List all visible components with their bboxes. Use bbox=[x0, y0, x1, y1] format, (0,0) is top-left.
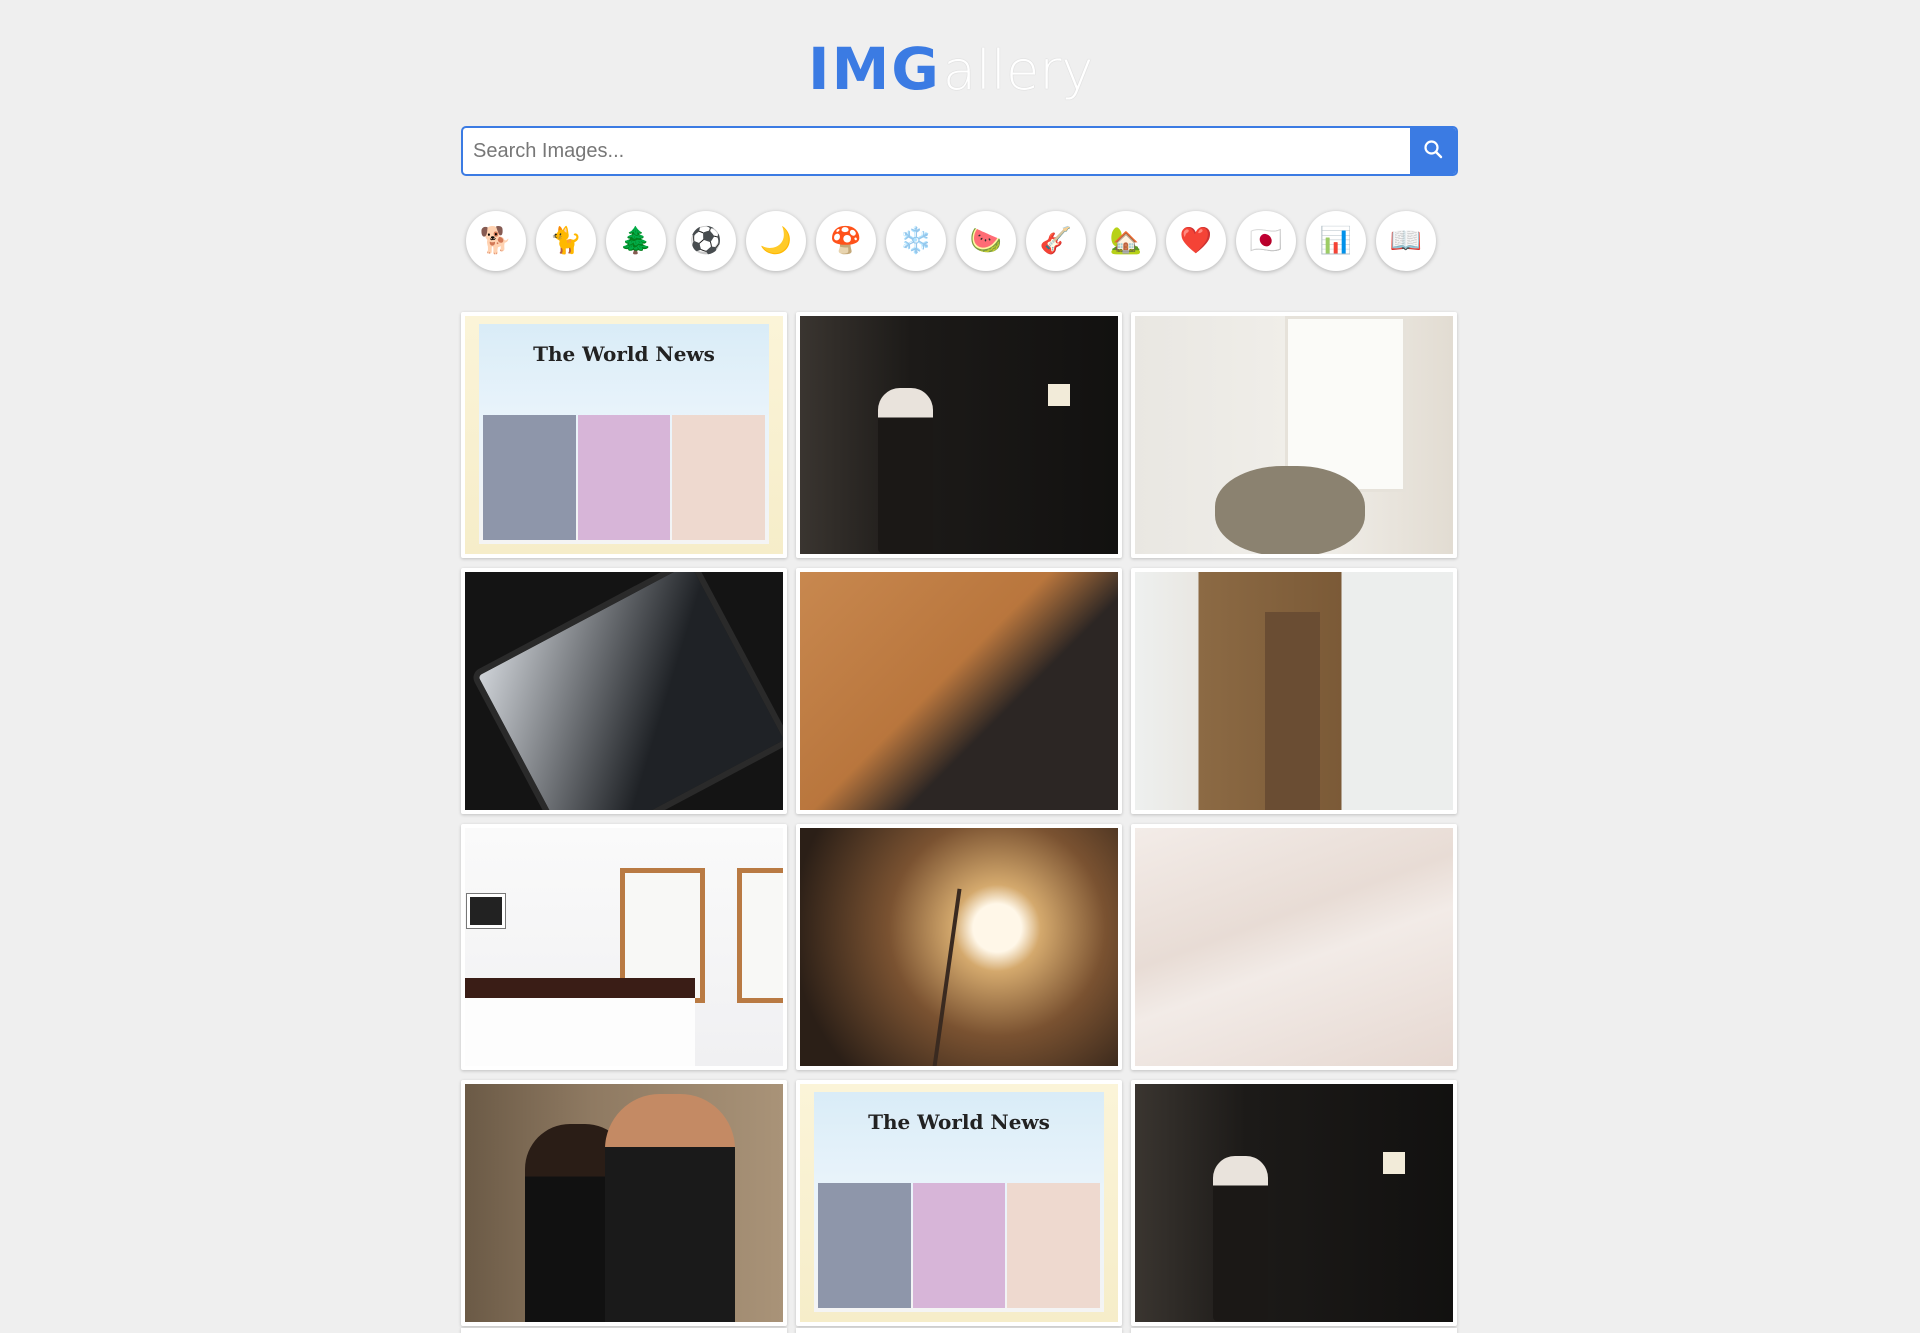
photo-world-news: The World News bbox=[465, 316, 783, 554]
gallery-card[interactable] bbox=[796, 568, 1122, 814]
soccer-ball-icon: ⚽ bbox=[689, 226, 723, 256]
category-snowflake[interactable]: ❄️ bbox=[886, 211, 946, 271]
photo-dried-flowers bbox=[800, 828, 1118, 1066]
mushroom-icon: 🍄 bbox=[829, 226, 863, 256]
search-button[interactable] bbox=[1410, 128, 1456, 174]
category-heart[interactable]: ❤️ bbox=[1166, 211, 1226, 271]
heart-icon: ❤️ bbox=[1179, 226, 1213, 256]
category-cat[interactable]: 🐈 bbox=[536, 211, 596, 271]
category-japan[interactable]: 🇯🇵 bbox=[1236, 211, 1296, 271]
category-soccer[interactable]: ⚽ bbox=[676, 211, 736, 271]
photo-geisha-street bbox=[1135, 1084, 1453, 1322]
photo-couple-kiss bbox=[465, 1084, 783, 1322]
search-icon bbox=[1423, 139, 1443, 164]
gallery-card[interactable]: The World News bbox=[796, 1080, 1122, 1326]
photo-desert-dune bbox=[800, 572, 1118, 810]
photo-living-room bbox=[1135, 316, 1453, 554]
house-icon: 🏡 bbox=[1109, 226, 1143, 256]
gallery-card[interactable]: The World News bbox=[461, 312, 787, 558]
category-watermelon[interactable]: 🍉 bbox=[956, 211, 1016, 271]
watermelon-icon: 🍉 bbox=[969, 226, 1003, 256]
site-logo[interactable]: IMG allery bbox=[808, 28, 1118, 98]
photo-white-bedroom bbox=[465, 828, 783, 1066]
gallery-card[interactable] bbox=[796, 312, 1122, 558]
newspaper-title: The World News bbox=[868, 1110, 1050, 1134]
gallery-card[interactable] bbox=[461, 824, 787, 1070]
tree-icon: 🌲 bbox=[619, 226, 653, 256]
category-chart[interactable]: 📊 bbox=[1306, 211, 1366, 271]
gallery-card[interactable] bbox=[1131, 312, 1457, 558]
snowflake-icon: ❄️ bbox=[899, 226, 933, 256]
newspaper-title: The World News bbox=[533, 342, 715, 366]
category-house[interactable]: 🏡 bbox=[1096, 211, 1156, 271]
category-mushroom[interactable]: 🍄 bbox=[816, 211, 876, 271]
cat-icon: 🐈 bbox=[549, 226, 583, 256]
category-guitar[interactable]: 🎸 bbox=[1026, 211, 1086, 271]
photo-tablet-news bbox=[465, 572, 783, 810]
logo-text-gallery: allery bbox=[942, 39, 1094, 102]
logo-text-img: IMG bbox=[808, 35, 941, 103]
next-row-peek bbox=[461, 1328, 1459, 1333]
search-input[interactable] bbox=[463, 128, 1410, 174]
japan-flag-icon: 🇯🇵 bbox=[1249, 226, 1283, 256]
image-grid: The World News The World News bbox=[461, 312, 1459, 1326]
photo-apron-door bbox=[1135, 572, 1453, 810]
photo-world-news: The World News bbox=[800, 1084, 1118, 1322]
search-bar bbox=[461, 126, 1458, 176]
moon-icon: 🌙 bbox=[759, 226, 793, 256]
category-moon[interactable]: 🌙 bbox=[746, 211, 806, 271]
photo-sand-texture bbox=[1135, 828, 1453, 1066]
gallery-card[interactable] bbox=[796, 824, 1122, 1070]
photo-geisha-street bbox=[800, 316, 1118, 554]
book-icon: 📖 bbox=[1389, 226, 1423, 256]
gallery-card[interactable] bbox=[1131, 1080, 1457, 1326]
gallery-card[interactable] bbox=[1131, 824, 1457, 1070]
category-tree[interactable]: 🌲 bbox=[606, 211, 666, 271]
gallery-card[interactable] bbox=[461, 1080, 787, 1326]
gallery-card[interactable] bbox=[461, 568, 787, 814]
gallery-card[interactable] bbox=[1131, 568, 1457, 814]
dog-icon: 🐕 bbox=[479, 226, 513, 256]
category-dog[interactable]: 🐕 bbox=[466, 211, 526, 271]
guitar-icon: 🎸 bbox=[1039, 226, 1073, 256]
category-bar: 🐕 🐈 🌲 ⚽ 🌙 🍄 ❄️ 🍉 🎸 🏡 ❤️ 🇯🇵 📊 📖 bbox=[466, 211, 1436, 271]
category-book[interactable]: 📖 bbox=[1376, 211, 1436, 271]
bar-chart-icon: 📊 bbox=[1319, 226, 1353, 256]
